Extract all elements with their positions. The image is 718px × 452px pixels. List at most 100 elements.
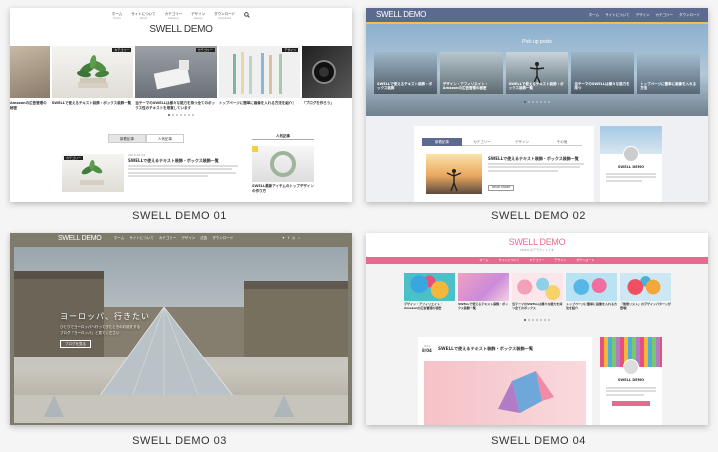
demo-01-slider[interactable]: カテゴリー カテゴリー デザイン bbox=[10, 46, 352, 98]
demo-03-card[interactable]: SWELL DEMO ホーム サイトについて カテゴリー デザイン 広告 ダウン… bbox=[0, 226, 359, 452]
nav-item[interactable]: ダウンロード bbox=[212, 236, 233, 241]
slide-thumb[interactable]: カテゴリー bbox=[135, 46, 217, 98]
nav-item[interactable]: ダウンロード Download bbox=[214, 12, 235, 20]
sidebar-post-title[interactable]: SWELL最新アイテムのトップデザインの作り方 bbox=[252, 184, 316, 193]
nav-item[interactable]: サイトについて bbox=[605, 13, 629, 18]
pickup-thumb[interactable]: トップページに簡単に画像を入れる方法 bbox=[637, 52, 700, 94]
nav-item[interactable]: ダウンロード bbox=[576, 258, 594, 263]
nav-item[interactable]: ダウンロード bbox=[679, 13, 700, 18]
slide-caption[interactable]: 「ブログを作ろう」 bbox=[302, 101, 352, 110]
slide[interactable]: 当テーマのSWELLは様々な能力を持つ全てのボックス bbox=[512, 273, 563, 311]
hero-button[interactable]: ブログを見る bbox=[60, 340, 91, 348]
search-icon[interactable]: ⌕ bbox=[298, 236, 300, 241]
tab-new[interactable]: 新着記事 bbox=[422, 138, 462, 146]
hero-title: ヨーロッパ、行きたい bbox=[60, 312, 150, 321]
post-thumb[interactable] bbox=[426, 154, 482, 194]
nav-item[interactable]: ホーム bbox=[480, 258, 489, 263]
demo-04-screenshot[interactable]: SWELL DEMO SWELLのデモサイトです ホーム サイトについて カテゴ… bbox=[366, 233, 708, 425]
slide-caption[interactable]: SWELLで使えるテキスト装飾・ボックス装飾一覧 bbox=[52, 101, 134, 110]
slide-caption[interactable]: Amazonの広告管理の秘密 bbox=[10, 101, 50, 110]
post-title[interactable]: SWELLで使えるテキスト装飾・ボックス装飾一覧 bbox=[438, 346, 533, 351]
slide[interactable]: デザイン・アフィリエイト・Amazonの広告管理の秘密 bbox=[404, 273, 455, 311]
slide-thumb[interactable] bbox=[10, 46, 50, 98]
demo-02-screenshot[interactable]: SWELL DEMO ホーム サイトについて デザイン カテゴリー ダウンロード… bbox=[366, 8, 708, 202]
search-icon[interactable] bbox=[244, 12, 250, 18]
nav-item[interactable]: ホーム bbox=[589, 13, 599, 18]
profile-widget: SWELL DEMO bbox=[600, 126, 662, 202]
pickup-thumb[interactable]: SWELLで使えるテキスト装飾・ボックス装飾 bbox=[374, 52, 437, 94]
demo-02-nav: ホーム サイトについて デザイン カテゴリー ダウンロード bbox=[589, 13, 700, 18]
instagram-icon[interactable]: ◎ bbox=[292, 236, 295, 241]
post-date: 2019 8/04 bbox=[422, 345, 432, 354]
demo-02-logo[interactable]: SWELL DEMO bbox=[376, 10, 426, 19]
demo-04-slider[interactable]: デザイン・アフィリエイト・Amazonの広告管理の秘密 SWELLで使えるテキス… bbox=[404, 273, 672, 311]
nav-item[interactable]: カテゴリー bbox=[529, 258, 544, 263]
hero-text: ブログ「ヨーロッパ」と見てください bbox=[60, 331, 120, 335]
social-icons: ✦ f ◎ ⌕ bbox=[282, 236, 300, 241]
nav-item[interactable]: ホーム bbox=[114, 236, 124, 241]
slide[interactable]: トップページに簡単に画像を入れる方法を紹介 bbox=[566, 273, 617, 311]
profile-button[interactable] bbox=[612, 401, 650, 406]
slider-dots[interactable] bbox=[366, 319, 708, 321]
tab-design[interactable]: デザイン bbox=[502, 138, 542, 146]
person-silhouette bbox=[446, 169, 462, 192]
demo-04-card[interactable]: SWELL DEMO SWELLのデモサイトです ホーム サイトについて カテゴ… bbox=[359, 226, 718, 452]
read-more-button[interactable]: READ MORE bbox=[488, 185, 515, 192]
slide[interactable]: SWELLで使えるテキスト装飾・ボックス装飾一覧 bbox=[458, 273, 509, 311]
nav-item[interactable]: デザイン bbox=[181, 236, 195, 241]
demo-04-logo[interactable]: SWELL DEMO bbox=[366, 237, 708, 247]
nav-item[interactable]: カテゴリー bbox=[656, 13, 674, 18]
slide[interactable]: 「無限リスト」のデザインパターンが登場！ bbox=[620, 273, 671, 311]
slide-thumb[interactable]: カテゴリー bbox=[51, 46, 134, 98]
twitter-icon[interactable]: ✦ bbox=[282, 236, 285, 241]
demo-04-navbar: ホーム サイトについて カテゴリー デザイン ダウンロード bbox=[366, 257, 708, 264]
pencils-image bbox=[232, 52, 282, 94]
pickup-slider[interactable]: SWELLで使えるテキスト装飾・ボックス装飾 デザイン・アフィリエイト・Amaz… bbox=[374, 52, 700, 94]
pickup-thumb[interactable]: デザイン・アフィリエイト・Amazonの広告管理の秘密 bbox=[439, 52, 503, 94]
pickup-thumb[interactable]: SWELLで使えるテキスト装飾・ボックス装飾一覧 bbox=[505, 52, 569, 94]
desk-image bbox=[153, 60, 191, 90]
post-title[interactable]: SWELLで使えるテキスト装飾・ボックス装飾一覧 bbox=[488, 156, 588, 161]
post-body[interactable]: 2019.02.04 SWELLで使えるテキスト装飾・ボックス装飾一覧 bbox=[128, 153, 240, 179]
nav-item[interactable]: サイトについて About bbox=[131, 12, 155, 20]
demo-01-card[interactable]: ホーム Home サイトについて About カテゴリー Category デザイン D… bbox=[0, 0, 359, 226]
slide-thumb[interactable] bbox=[302, 46, 352, 98]
demo-03-screenshot[interactable]: SWELL DEMO ホーム サイトについて カテゴリー デザイン 広告 ダウン… bbox=[10, 233, 352, 425]
post-card[interactable]: 2019 8/04 SWELLで使えるテキスト装飾・ボックス装飾一覧 bbox=[418, 337, 592, 425]
tab-popular[interactable]: 人気記事 bbox=[146, 134, 184, 143]
slide-caption[interactable]: 当テーマのSWELLは様々な能力を持つ全てのボックス性のテキストを用意しています bbox=[135, 101, 217, 110]
nav-item[interactable]: ホーム Home bbox=[112, 12, 122, 20]
post-thumb[interactable]: カテゴリー bbox=[62, 154, 124, 192]
tab-new[interactable]: 新着記事 bbox=[108, 134, 146, 143]
post-body[interactable]: SWELLで使えるテキスト装飾・ボックス装飾一覧 READ MORE bbox=[488, 156, 588, 192]
tagline: SWELLのデモサイトです bbox=[519, 248, 555, 252]
pickup-thumb[interactable]: 当テーマのSWELLは様々な能力を持つ bbox=[571, 52, 635, 94]
slider-dots[interactable] bbox=[10, 114, 352, 116]
nav-item[interactable]: デザイン bbox=[554, 258, 566, 263]
demo-03-logo[interactable]: SWELL DEMO bbox=[58, 235, 102, 242]
profile-widget: SWELL DEMO bbox=[600, 337, 662, 425]
tab-category[interactable]: カテゴリー bbox=[462, 138, 502, 146]
nav-item[interactable]: 広告 bbox=[200, 236, 207, 241]
nav-item[interactable]: カテゴリー Category bbox=[165, 12, 183, 20]
demo-03-hero: ヨーロッパ、行きたい ひとりでヨーロッパへ行ってきたときのお話をする ブログ「ヨ… bbox=[14, 247, 348, 423]
slide-caption[interactable]: トップページに簡単に画像を入れる方法を紹介！ bbox=[219, 101, 301, 110]
nav-item[interactable]: サイトについて bbox=[498, 258, 519, 263]
demo-01-screenshot[interactable]: ホーム Home サイトについて About カテゴリー Category デザイン D… bbox=[10, 8, 352, 202]
post-title[interactable]: SWELLで使えるテキスト装飾・ボックス装飾一覧 bbox=[128, 158, 240, 163]
slide-thumb[interactable]: デザイン bbox=[218, 46, 301, 98]
demo-01-caption: SWELL DEMO 01 bbox=[132, 210, 227, 222]
nav-item[interactable]: デザイン bbox=[636, 13, 650, 18]
demo-01-logo[interactable]: SWELL DEMO bbox=[10, 24, 352, 35]
nav-item[interactable]: カテゴリー bbox=[159, 236, 177, 241]
nav-item[interactable]: デザイン Design bbox=[191, 12, 205, 20]
slider-dots[interactable] bbox=[366, 101, 708, 103]
nav-item[interactable]: サイトについて bbox=[129, 236, 153, 241]
facebook-icon[interactable]: f bbox=[288, 236, 289, 241]
tab-other[interactable]: その他 bbox=[542, 138, 582, 146]
balloon-image bbox=[620, 273, 671, 301]
sidebar-thumb[interactable] bbox=[252, 146, 314, 182]
demo-03-header: SWELL DEMO ホーム サイトについて カテゴリー デザイン 広告 ダウン… bbox=[10, 233, 352, 245]
demo-02-card[interactable]: SWELL DEMO ホーム サイトについて デザイン カテゴリー ダウンロード… bbox=[359, 0, 718, 226]
sidebar-heading: 人気記事 bbox=[252, 134, 314, 140]
